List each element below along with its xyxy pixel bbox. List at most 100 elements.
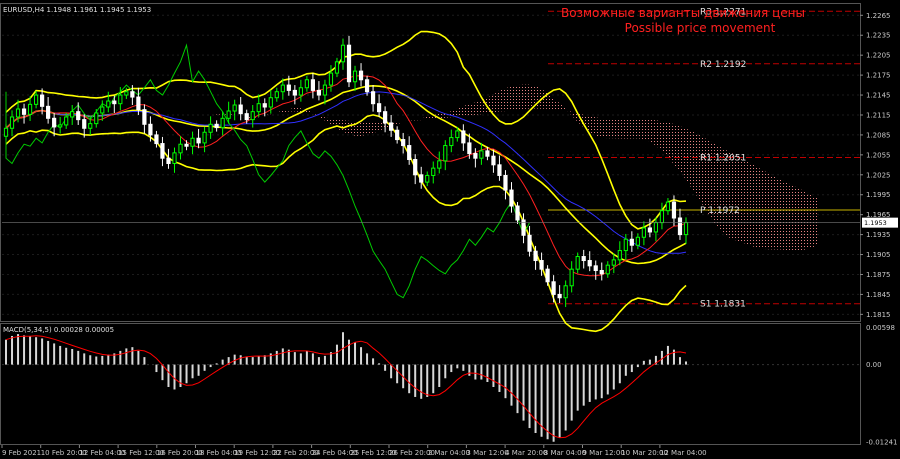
bull-candle (190, 137, 195, 147)
price-tick-label: 1.1815 (866, 311, 891, 319)
current-price-label: 1.1953 (864, 219, 887, 227)
bull-candle (617, 250, 622, 261)
bear-candle (142, 109, 147, 125)
bear-candle (214, 123, 219, 129)
bear-candle (533, 250, 538, 262)
bull-candle (118, 94, 123, 105)
bull-candle (352, 70, 358, 83)
bear-candle (497, 164, 502, 176)
bear-candle (292, 89, 297, 96)
bull-candle (569, 268, 574, 287)
bull-candle (322, 84, 328, 96)
bull-candle (172, 152, 177, 164)
bear-candle (112, 100, 117, 105)
bear-candle (527, 234, 532, 252)
bear-candle (148, 123, 153, 136)
macd-tick-label: 0.00598 (866, 324, 895, 332)
bear-candle (401, 139, 406, 147)
bear-candle (166, 157, 171, 164)
bull-candle (274, 91, 279, 99)
price-tick-label: 1.1905 (866, 251, 891, 259)
bull-candle (27, 103, 33, 115)
bull-candle (334, 61, 340, 74)
bull-candle (443, 145, 448, 162)
bull-candle (58, 124, 63, 128)
bull-candle (3, 127, 9, 137)
bear-candle (76, 111, 81, 121)
price-tick-label: 1.2085 (866, 131, 891, 139)
bull-candle (256, 103, 261, 113)
bull-candle (178, 143, 183, 154)
bear-candle (461, 130, 466, 144)
bull-candle (328, 72, 334, 86)
bear-candle (389, 122, 394, 131)
bull-candle (304, 79, 309, 89)
bull-candle (15, 108, 21, 118)
bull-candle (64, 116, 69, 126)
bear-candle (419, 174, 424, 183)
bull-candle (340, 44, 346, 63)
price-tick-label: 1.1875 (866, 271, 891, 279)
bear-candle (473, 153, 478, 159)
bull-candle (425, 174, 430, 183)
price-tick-label: 1.1935 (866, 231, 891, 239)
bear-candle (383, 111, 388, 124)
bear-candle (21, 108, 27, 115)
bear-candle (346, 44, 352, 83)
bull-candle (298, 87, 303, 96)
bear-candle (136, 96, 141, 111)
bull-candle (70, 111, 75, 118)
bull-candle (437, 160, 442, 169)
bear-candle (130, 91, 135, 98)
bear-candle (82, 119, 87, 129)
bear-candle (593, 265, 598, 271)
bear-candle (358, 70, 364, 81)
bull-candle (100, 106, 105, 114)
bull-candle (431, 167, 436, 176)
bear-candle (154, 134, 159, 145)
price-tick-label: 1.2265 (866, 12, 891, 20)
bull-candle (232, 104, 237, 112)
bull-candle (575, 256, 580, 270)
bear-candle (467, 142, 472, 155)
bear-candle (539, 260, 544, 270)
bull-candle (659, 210, 665, 224)
bull-candle (665, 201, 671, 212)
bull-candle (623, 238, 628, 252)
bear-candle (407, 145, 412, 161)
bear-candle (647, 227, 652, 233)
bull-candle (641, 227, 646, 238)
annotation-line2: Possible price movement (625, 21, 776, 35)
bull-candle (9, 116, 15, 129)
bull-candle (605, 264, 610, 275)
bull-candle (563, 285, 568, 299)
time-tick-label: 9 Mar 12:00 (583, 449, 625, 457)
bear-candle (52, 117, 57, 128)
price-tick-label: 1.2235 (866, 32, 891, 40)
bear-candle (316, 89, 322, 96)
bull-candle (455, 130, 460, 139)
symbol-header: EURUSD,H4 1.1948 1.1961 1.1945 1.1953 (3, 6, 151, 14)
trading-chart[interactable]: R3 1.2271R2 1.2192R1 1.2051P 1.1972S1 1.… (0, 0, 900, 459)
bear-candle (40, 94, 45, 107)
bear-candle (262, 103, 267, 108)
bear-candle (364, 79, 370, 93)
bear-candle (310, 79, 316, 91)
bear-candle (286, 84, 291, 91)
bear-candle (485, 150, 490, 157)
bear-candle (629, 238, 634, 246)
bear-candle (238, 104, 243, 115)
bull-candle (280, 84, 285, 93)
bull-candle (124, 91, 129, 96)
bear-candle (551, 281, 556, 295)
price-tick-label: 1.2205 (866, 52, 891, 60)
bear-candle (557, 293, 562, 299)
time-tick-label: 8 Mar 04:00 (544, 449, 586, 457)
bear-candle (515, 205, 520, 221)
time-tick-label: 9 Feb 2021 (2, 449, 41, 457)
bull-candle (635, 236, 640, 246)
current-price-tag: 1.1953 (862, 217, 898, 228)
bear-candle (521, 219, 526, 236)
bear-candle (599, 269, 604, 275)
bull-candle (449, 137, 454, 147)
